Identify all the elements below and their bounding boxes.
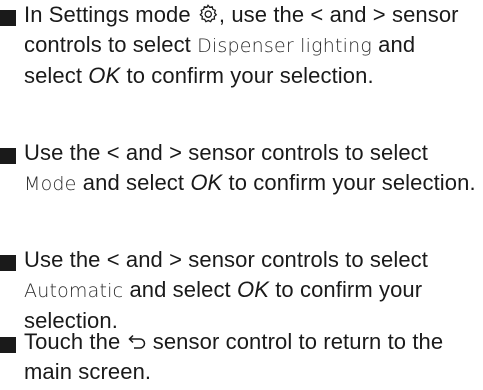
step-3-use: Use the < and > sensor controls to selec… bbox=[24, 247, 428, 272]
step-2-target: Mode bbox=[24, 173, 77, 195]
step-4-text: Touch the sensor control to return to th… bbox=[24, 327, 479, 387]
step-1-prefix: In Settings mode bbox=[24, 2, 191, 27]
step-2-ok: OK bbox=[190, 170, 223, 195]
bullet-square bbox=[0, 10, 16, 26]
back-arrow-icon bbox=[127, 334, 145, 349]
step-3-text: Use the < and > sensor controls to selec… bbox=[24, 245, 479, 336]
step-3-and-select: and select bbox=[129, 277, 231, 302]
step-1-target: Dispenser lighting bbox=[197, 35, 372, 57]
bullet-square bbox=[0, 337, 16, 353]
step-3-ok: OK bbox=[236, 277, 269, 302]
step-2-confirm: to confirm your selection. bbox=[228, 170, 476, 195]
step-4-touch: Touch the bbox=[24, 329, 121, 354]
step-2-use: Use the < and > sensor controls to selec… bbox=[24, 140, 428, 165]
bullet-square bbox=[0, 148, 16, 164]
step-2-text: Use the < and > sensor controls to selec… bbox=[24, 138, 479, 199]
step-1-text: In Settings mode , use the < and > senso… bbox=[24, 0, 479, 91]
step-1-ok: OK bbox=[88, 63, 121, 88]
step-3-target: Automatic bbox=[24, 280, 124, 302]
step-2-and-select: and select bbox=[82, 170, 185, 195]
bullet-square bbox=[0, 255, 16, 271]
gear-icon bbox=[199, 4, 218, 23]
step-1-confirm: to confirm your selection. bbox=[126, 63, 374, 88]
